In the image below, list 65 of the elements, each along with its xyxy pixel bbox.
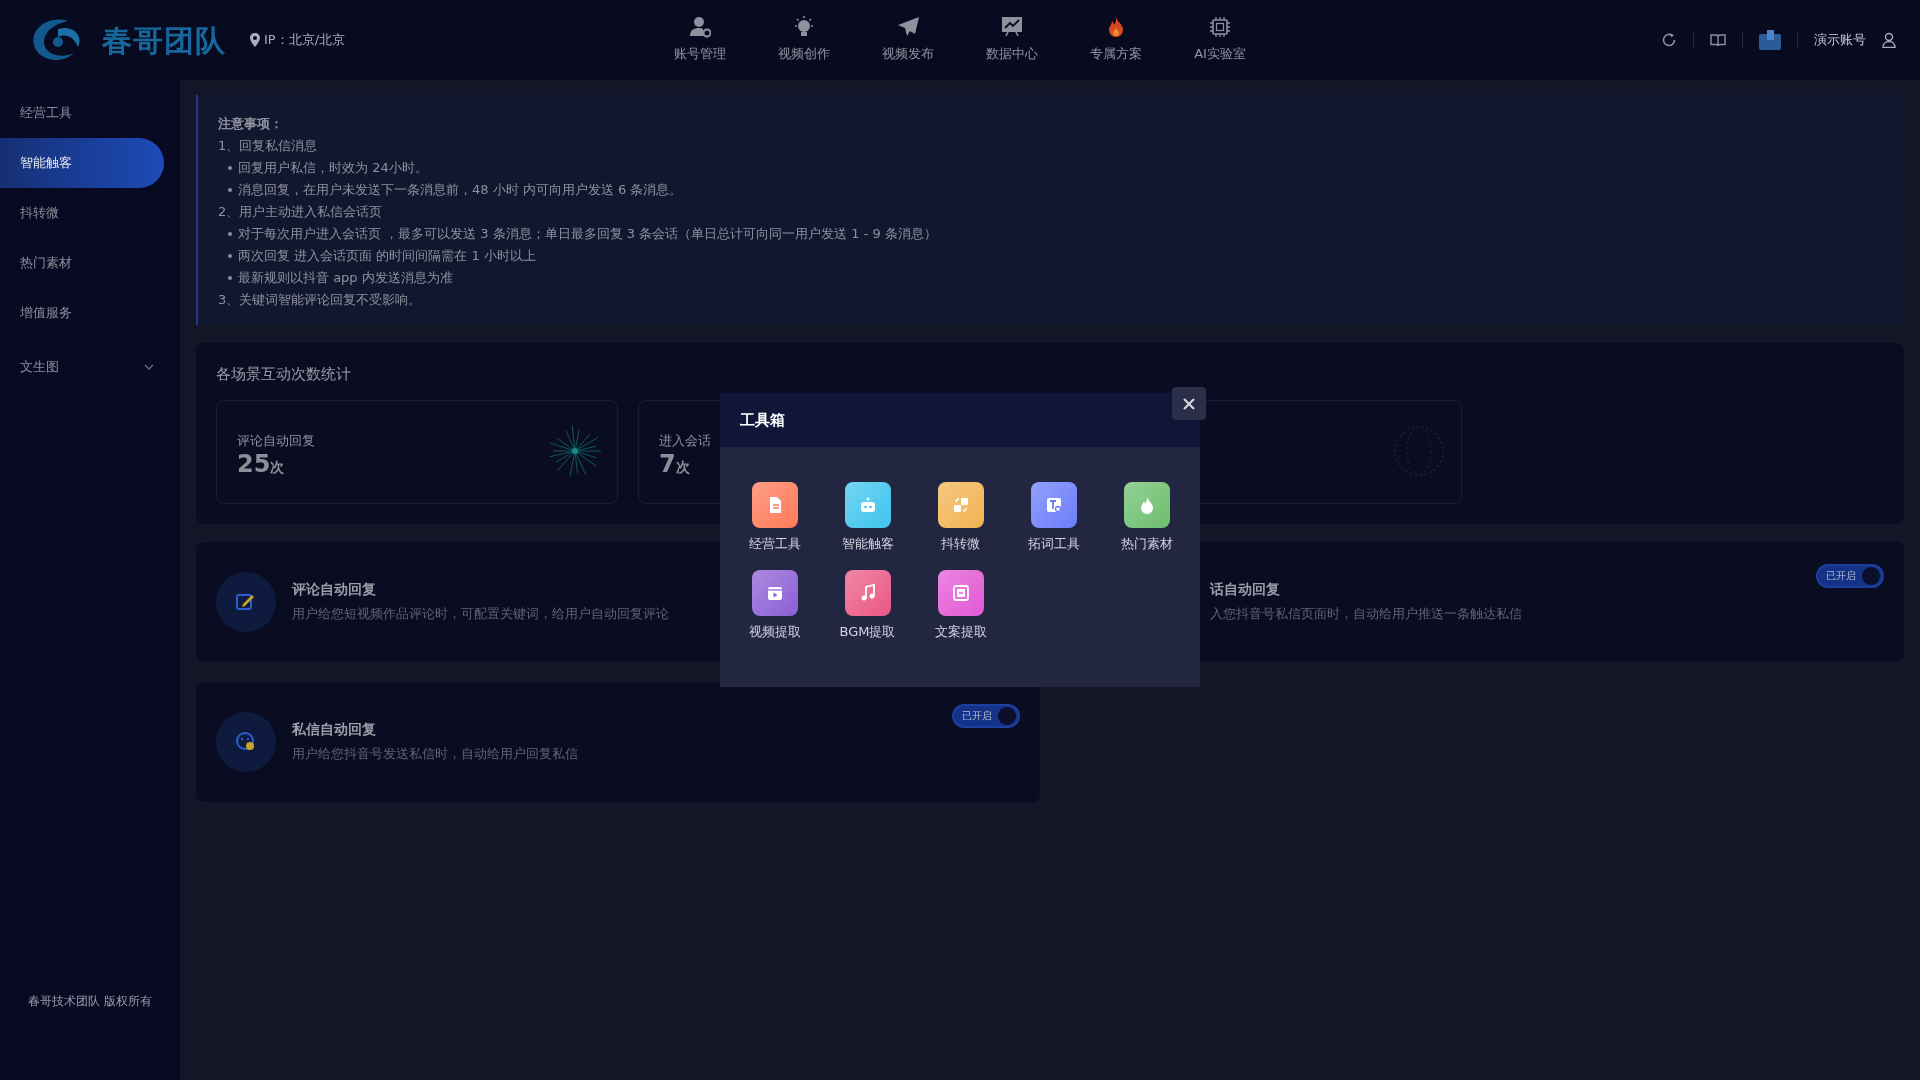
sidebar-item[interactable]: 文生图: [0, 342, 164, 392]
stat-value: 25次: [237, 450, 286, 480]
tool-button[interactable]: 热门素材: [1100, 481, 1193, 555]
chevron-icon: [144, 363, 154, 371]
tool-button[interactable]: 视频提取: [728, 568, 821, 642]
chip-icon: [1209, 16, 1231, 39]
section-title: 各场景互动次数统计: [216, 364, 352, 385]
notice-heading: 3、关键词智能评论回复不受影响。: [218, 291, 423, 309]
dialog-title: 工具箱: [720, 393, 1200, 447]
sidebar-item[interactable]: 智能触客: [0, 138, 164, 188]
feature-description: 用户给您短视频作品评论时，可配置关键词，给用户自动回复评论: [292, 605, 669, 624]
ip-location: IP：北京/北京: [264, 31, 346, 50]
notice-text: 最新规则以抖音 app 内发送消息为准: [238, 269, 453, 287]
smiley-icon: [235, 730, 257, 753]
account-name[interactable]: 演示账号: [1814, 30, 1866, 50]
sidebar-item[interactable]: 热门素材: [0, 238, 164, 288]
nav-item[interactable]: 数据中心: [960, 16, 1064, 64]
notice-text: 两次回复 进入会话页面 的时间间隔需在 1 小时以上: [238, 247, 536, 265]
close-button[interactable]: [1172, 387, 1206, 420]
stat-label: 进入会话: [659, 431, 712, 450]
tool-button[interactable]: 抖转微: [914, 481, 1007, 555]
bullet-icon: [228, 276, 232, 280]
nav-item[interactable]: 专属方案: [1064, 16, 1168, 64]
notice-text: 回复用户私信，时效为 24小时。: [238, 159, 428, 177]
tool-button[interactable]: BGM提取: [821, 568, 914, 642]
nav-item[interactable]: AI实验室: [1168, 16, 1272, 64]
notice-heading: 2、用户主动进入私信会话页: [218, 203, 384, 221]
bullet-icon: [228, 166, 232, 170]
lightbulb-icon: [793, 16, 815, 39]
book-icon[interactable]: [1710, 33, 1726, 47]
notice-text: 消息回复，在用户未发送下一条消息前，48 小时 内可向用户发送 6 条消息。: [238, 181, 683, 199]
location-pin-icon: [250, 33, 260, 47]
chart-board-icon: [1001, 16, 1023, 39]
close-icon: [1183, 397, 1195, 410]
stat-label: 评论自动回复: [237, 431, 316, 450]
sidebar-item[interactable]: 经营工具: [0, 88, 164, 138]
notice-heading: 1、回复私信消息: [218, 137, 319, 155]
bullet-icon: [228, 254, 232, 258]
tool-button[interactable]: 经营工具: [728, 481, 821, 555]
nav-item[interactable]: 视频发布: [856, 16, 960, 64]
tool-button[interactable]: 拓词工具: [1007, 481, 1100, 555]
text-scan-icon: [950, 582, 971, 603]
feature-title: 话自动回复: [1210, 580, 1281, 600]
stat-value: 7次: [659, 450, 691, 480]
nav-item[interactable]: 视频创作: [752, 16, 856, 64]
feature-title: 评论自动回复: [292, 580, 377, 600]
folder-icon[interactable]: [1759, 30, 1781, 50]
bullet-icon: [228, 232, 232, 236]
tool-button[interactable]: 智能触客: [821, 481, 914, 555]
user-gear-icon: [689, 16, 711, 39]
refresh-icon[interactable]: [1661, 32, 1677, 48]
notice-text: 对于每次用户进入会话页 ，最多可以发送 3 条消息；单日最多回复 3 条会话（单日总计可向同一用户发送 1 - 9 条消息）: [238, 225, 937, 243]
feature-title: 私信自动回复: [292, 720, 377, 740]
tool-button[interactable]: 文案提取: [914, 568, 1007, 642]
feature-description: 用户给您抖音号发送私信时，自动给用户回复私信: [292, 745, 578, 764]
user-icon[interactable]: [1882, 32, 1896, 48]
toggle-switch[interactable]: 已开启: [1816, 563, 1884, 588]
sidebar-item[interactable]: 抖转微: [0, 188, 164, 238]
bullet-icon: [228, 188, 232, 192]
sidebar-item[interactable]: 增值服务: [0, 288, 164, 338]
logo-text: 春哥团队: [102, 21, 226, 60]
notice-title: 注意事项：: [218, 115, 284, 133]
copyright-text: 春哥技术团队 版权所有: [27, 993, 153, 1010]
toggle-switch[interactable]: 已开启: [952, 703, 1020, 728]
nav-item[interactable]: 账号管理: [648, 16, 752, 64]
